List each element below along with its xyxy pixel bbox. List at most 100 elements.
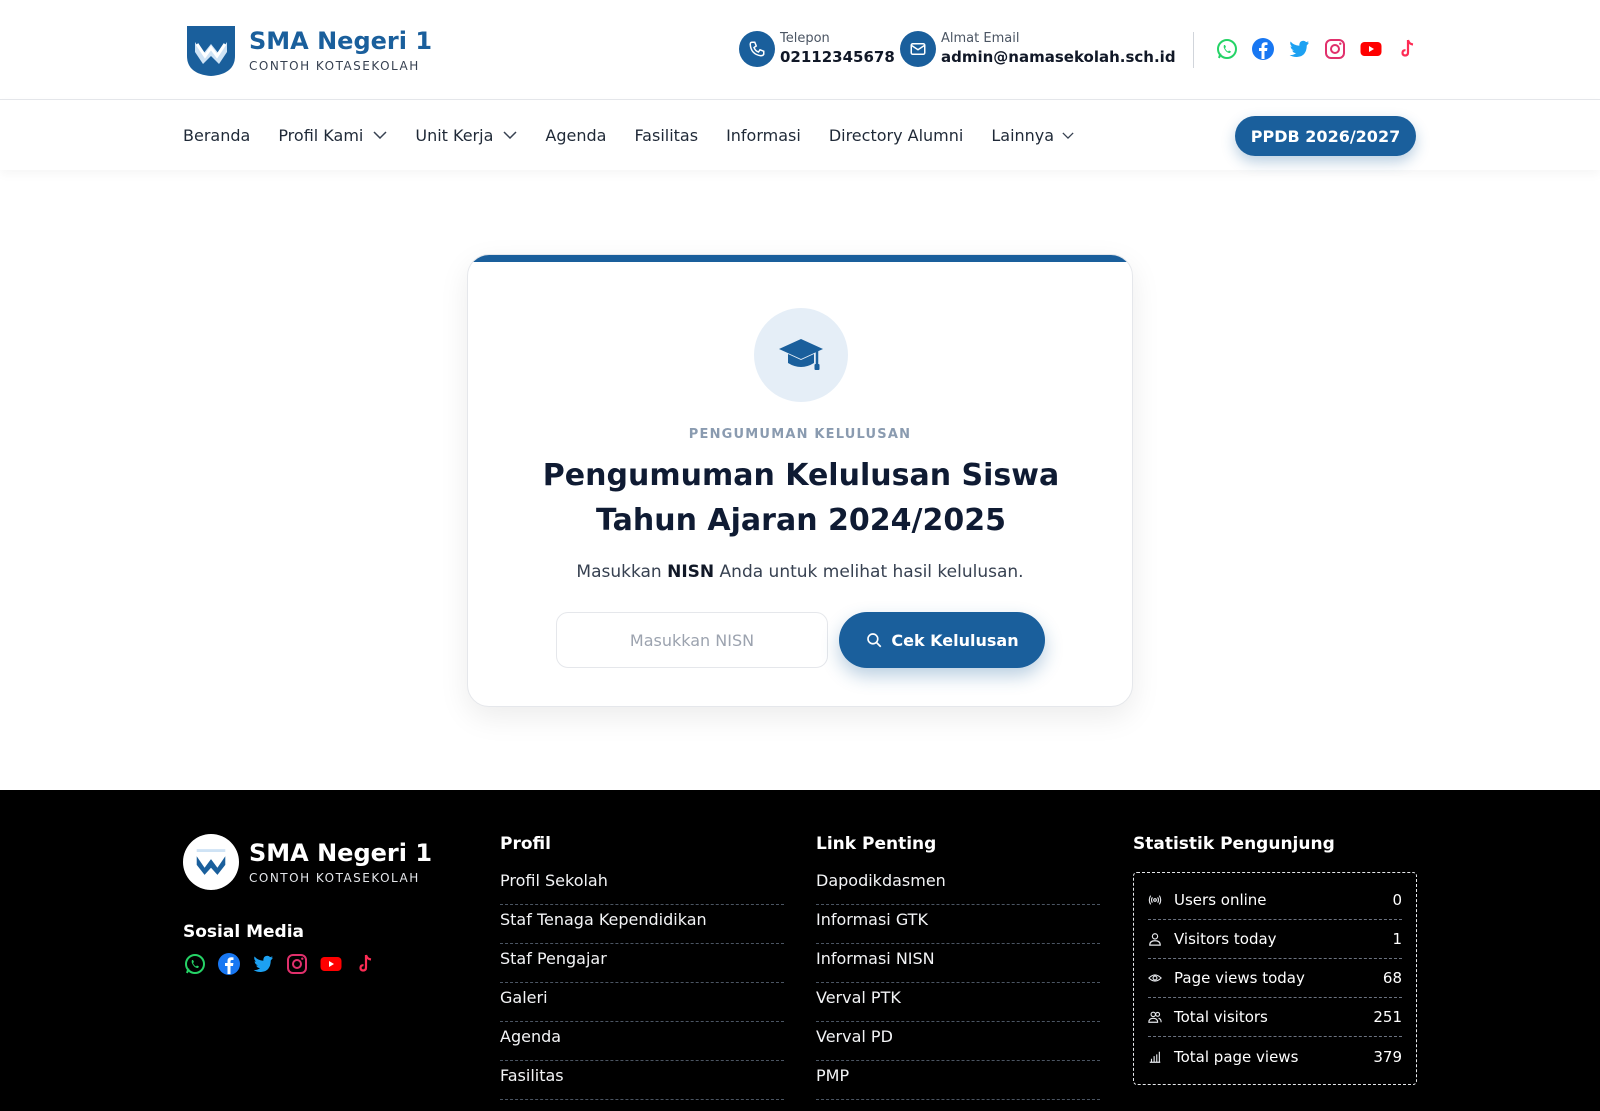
desc-bold: NISN (667, 562, 715, 582)
stat-label: Visitors today (1174, 930, 1277, 948)
school-name: SMA Negeri 1 (249, 27, 433, 55)
contact-email[interactable]: Almat Email admin@namasekolah.sch.id (900, 31, 1176, 67)
footer-socials (183, 952, 377, 976)
stat-label: Total visitors (1174, 1008, 1268, 1026)
footer-link[interactable]: Profil Sekolah (500, 866, 784, 905)
bar-chart-icon (1149, 1051, 1161, 1063)
phone-value: 02112345678 (780, 48, 895, 66)
graduation-cap-icon (779, 339, 823, 370)
school-subtitle: CONTOH KOTASEKOLAH (249, 59, 420, 73)
stat-value: 251 (1373, 1008, 1402, 1026)
stat-value: 0 (1392, 891, 1402, 909)
footer-school-logo (183, 834, 239, 890)
footer-brand[interactable]: SMA Negeri 1 CONTOH KOTASEKOLAH (183, 834, 432, 890)
nav-label: Profil Kami (278, 125, 364, 145)
header-divider (1193, 32, 1194, 68)
stat-value: 1 (1392, 930, 1402, 948)
footer-link[interactable]: Informasi NISN (816, 944, 1100, 983)
footer-link[interactable]: Verval PD (816, 1022, 1100, 1061)
facebook-icon[interactable] (1251, 37, 1275, 61)
footer-link[interactable]: Staf Tenaga Kependidikan (500, 905, 784, 944)
stat-value: 68 (1382, 969, 1402, 987)
search-icon (867, 633, 882, 648)
brand[interactable]: SMA Negeri 1 CONTOH KOTASEKOLAH (183, 22, 432, 78)
nav-item-beranda[interactable]: Beranda (183, 126, 250, 145)
twitter-icon[interactable] (251, 952, 275, 976)
social-title: Sosial Media (183, 922, 305, 942)
youtube-icon[interactable] (1359, 37, 1383, 61)
nav-item-fasilitas[interactable]: Fasilitas (634, 126, 698, 145)
stat-row: Total visitors 251 (1148, 998, 1402, 1037)
desc-text: Anda untuk melihat hasil kelulusan. (714, 562, 1024, 582)
mail-icon (900, 31, 936, 67)
graduation-card: PENGUMUMAN KELULUSAN Pengumuman Kelulusa… (467, 254, 1133, 707)
nav-item-directory-alumni[interactable]: Directory Alumni (829, 126, 964, 145)
school-logo (187, 26, 235, 76)
broadcast-icon (1148, 895, 1162, 905)
twitter-icon[interactable] (1287, 37, 1311, 61)
card-description: Masukkan NISN Anda untuk melihat hasil k… (468, 562, 1132, 582)
chevron-down-icon (503, 131, 517, 139)
contact-phone[interactable]: Telepon 02112345678 (739, 31, 895, 67)
instagram-icon[interactable] (285, 952, 309, 976)
nav-item-agenda[interactable]: Agenda (545, 126, 606, 145)
phone-icon (739, 31, 775, 67)
facebook-icon[interactable] (217, 952, 241, 976)
footer-link[interactable]: Galeri (500, 983, 784, 1022)
nisn-input[interactable] (556, 612, 828, 668)
nav-label: Beranda (183, 125, 251, 145)
link-penting-title: Link Penting (816, 834, 937, 854)
footer-link[interactable]: Fasilitas (500, 1061, 784, 1100)
footer-link[interactable]: Informasi GTK (816, 905, 1100, 944)
stat-label: Users online (1174, 891, 1267, 909)
nav-label: Fasilitas (634, 125, 699, 145)
footer-link-penting-column: Link Penting Dapodikdasmen Informasi GTK… (816, 834, 1100, 1100)
nav-item-informasi[interactable]: Informasi (726, 126, 801, 145)
header-socials (1215, 37, 1419, 61)
whatsapp-icon[interactable] (183, 952, 207, 976)
ppdb-button[interactable]: PPDB 2026/2027 (1235, 116, 1416, 156)
instagram-icon[interactable] (1323, 37, 1347, 61)
youtube-icon[interactable] (319, 952, 343, 976)
email-label: Almat Email (941, 31, 1020, 46)
footer-link[interactable]: Verval PTK (816, 983, 1100, 1022)
footer-profil-column: Profil Profil Sekolah Staf Tenaga Kepend… (500, 834, 784, 1100)
phone-label: Telepon (780, 31, 830, 46)
footer-link[interactable]: Dapodikdasmen (816, 866, 1100, 905)
footer-link[interactable]: Agenda (500, 1022, 784, 1061)
cek-kelulusan-button[interactable]: Cek Kelulusan (839, 612, 1045, 668)
profil-title: Profil (500, 834, 551, 854)
nav-item-profil-kami[interactable]: Profil Kami (278, 126, 387, 145)
footer: SMA Negeri 1 CONTOH KOTASEKOLAH Sosial M… (0, 790, 1600, 1111)
eye-icon (1148, 974, 1162, 982)
tiktok-icon[interactable] (353, 952, 377, 976)
nav-item-unit-kerja[interactable]: Unit Kerja (415, 126, 517, 145)
chevron-down-icon (373, 131, 387, 139)
stat-row: Page views today 68 (1148, 959, 1402, 998)
chevron-down-icon (1062, 131, 1074, 139)
stat-row: Total page views 379 (1148, 1037, 1402, 1076)
footer-link[interactable]: Staf Pengajar (500, 944, 784, 983)
stat-row: Visitors today 1 (1148, 920, 1402, 959)
stat-value: 379 (1373, 1047, 1402, 1066)
top-header: SMA Negeri 1 CONTOH KOTASEKOLAH Telepon … (0, 0, 1600, 100)
footer-school-name: SMA Negeri 1 (249, 839, 433, 867)
stat-label: Page views today (1174, 969, 1305, 987)
user-icon (1149, 933, 1161, 946)
desc-text: Masukkan (576, 562, 668, 582)
stat-title: Statistik Pengunjung (1133, 834, 1335, 854)
button-label: Cek Kelulusan (891, 630, 1019, 650)
users-icon (1148, 1011, 1162, 1023)
nav-item-lainnya[interactable]: Lainnya (991, 126, 1074, 145)
stat-label: Total page views (1174, 1047, 1299, 1066)
tiktok-icon[interactable] (1395, 37, 1419, 61)
footer-link[interactable]: PMP (816, 1061, 1100, 1100)
nav-label: Lainnya (991, 125, 1055, 145)
footer-school-subtitle: CONTOH KOTASEKOLAH (249, 871, 420, 885)
whatsapp-icon[interactable] (1215, 37, 1239, 61)
nav-label: Unit Kerja (415, 125, 494, 145)
nav-label: Agenda (545, 125, 607, 145)
graduation-cap-badge (754, 308, 848, 402)
nav-label: Informasi (726, 125, 801, 145)
visitor-stats-box: Users online 0 Visitors today 1 Page vie… (1133, 872, 1417, 1085)
